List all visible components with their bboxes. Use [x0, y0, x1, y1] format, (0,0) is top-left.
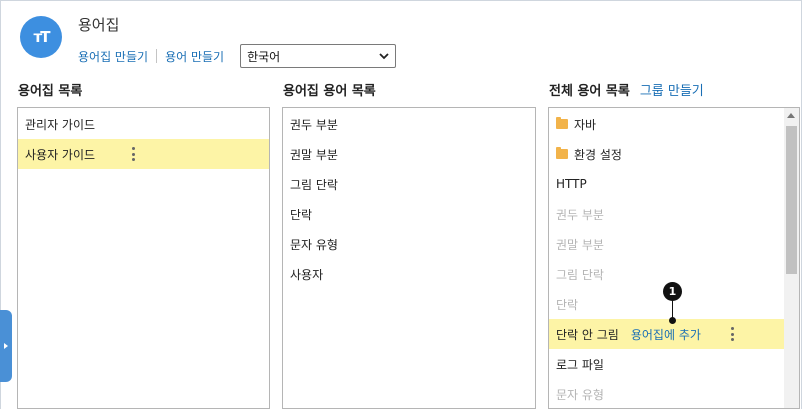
- callout-pointer-dot: [669, 317, 676, 324]
- list-item-label: 자바: [574, 117, 597, 132]
- glossary-item-admin-guide[interactable]: 관리자 가이드: [18, 109, 269, 139]
- glossary-list-title: 용어집 목록: [18, 84, 83, 99]
- language-select-value: 한국어: [247, 49, 281, 64]
- list-item[interactable]: 권말 부분: [283, 139, 535, 169]
- vertical-scrollbar[interactable]: [784, 108, 799, 408]
- folder-icon: [556, 117, 568, 129]
- side-panel-toggle[interactable]: [0, 310, 12, 382]
- list-item-label: 권두 부분: [290, 117, 338, 132]
- list-item-label: 관리자 가이드: [25, 117, 96, 132]
- glossary-list-panel: 관리자 가이드 사용자 가이드: [17, 107, 270, 409]
- list-item-label: 환경 설정: [574, 147, 622, 162]
- scroll-up-arrow-icon[interactable]: [787, 113, 795, 118]
- list-item-label: 단락: [556, 297, 579, 312]
- scroll-thumb[interactable]: [786, 126, 797, 274]
- glossary-app-icon: ᴛT: [20, 16, 62, 58]
- chevron-down-icon: [379, 53, 389, 60]
- chevron-right-icon: [4, 343, 8, 349]
- list-item[interactable]: 그림 단락: [283, 169, 535, 199]
- list-item-label: 그림 단락: [556, 267, 604, 282]
- list-item[interactable]: 권두 부분: [283, 109, 535, 139]
- toolbar: 용어집 만들기 용어 만들기 한국어: [78, 44, 397, 68]
- list-item-label: 권말 부분: [290, 147, 338, 162]
- more-options-icon[interactable]: [131, 147, 135, 161]
- term-group-settings[interactable]: 환경 설정: [549, 139, 799, 169]
- glossary-terms-panel: 권두 부분 권말 부분 그림 단락 단락 문자 유형 사용자: [282, 107, 536, 409]
- list-item-label: HTTP: [556, 177, 587, 191]
- language-select[interactable]: 한국어: [240, 44, 397, 68]
- all-terms-title: 전체 용어 목록: [549, 84, 630, 99]
- folder-icon: [556, 147, 568, 159]
- list-item-label: 사용자: [290, 267, 324, 282]
- create-term-link[interactable]: 용어 만들기: [165, 48, 224, 65]
- list-item-label: 그림 단락: [290, 177, 338, 192]
- list-item: 권두 부분: [549, 199, 799, 229]
- toolbar-divider: [156, 49, 158, 63]
- list-item[interactable]: 사용자: [283, 259, 535, 289]
- list-item: 문자 유형: [549, 379, 799, 408]
- callout-badge: 1: [663, 282, 682, 301]
- term-group-java[interactable]: 자바: [549, 109, 799, 139]
- list-item[interactable]: 문자 유형: [283, 229, 535, 259]
- list-item-label: 로그 파일: [556, 357, 604, 372]
- all-terms-panel: 자바 환경 설정 HTTP 권두 부분 권말 부분 그림 단락 단락 단락 안 …: [548, 107, 800, 409]
- list-item-label: 단락: [290, 207, 313, 222]
- page-title: 용어집: [78, 16, 120, 34]
- list-item-label: 권말 부분: [556, 237, 604, 252]
- list-item[interactable]: HTTP: [549, 169, 799, 199]
- list-item[interactable]: 단락: [283, 199, 535, 229]
- create-group-link[interactable]: 그룹 만들기: [640, 84, 704, 99]
- list-item: 권말 부분: [549, 229, 799, 259]
- list-item-label: 사용자 가이드: [25, 147, 96, 162]
- create-glossary-link[interactable]: 용어집 만들기: [78, 48, 148, 65]
- glossary-terms-title: 용어집 용어 목록: [283, 84, 376, 99]
- list-item-label: 권두 부분: [556, 207, 604, 222]
- list-item-label: 단락 안 그림: [556, 327, 619, 342]
- list-item[interactable]: 로그 파일: [549, 349, 799, 379]
- list-item-label: 문자 유형: [290, 237, 338, 252]
- more-options-icon[interactable]: [730, 327, 734, 341]
- list-item-label: 문자 유형: [556, 387, 604, 402]
- glossary-item-user-guide[interactable]: 사용자 가이드: [18, 139, 269, 169]
- add-to-glossary-link[interactable]: 용어집에 추가: [631, 326, 701, 343]
- all-terms-header: 전체 용어 목록 그룹 만들기: [549, 80, 704, 99]
